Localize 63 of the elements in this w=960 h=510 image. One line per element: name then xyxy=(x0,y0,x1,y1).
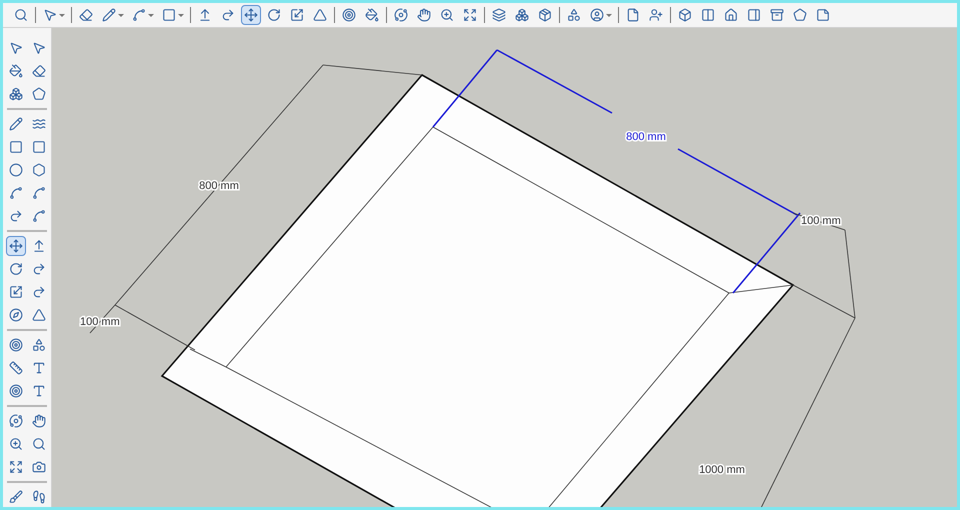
caret-icon xyxy=(59,14,65,16)
user-circle-icon xyxy=(590,8,604,22)
triangle-icon xyxy=(313,8,327,22)
package-icon xyxy=(538,8,552,22)
caret-icon xyxy=(148,14,154,16)
target-icon xyxy=(342,8,356,22)
zoom-extents-icon xyxy=(8,460,22,474)
move-icon xyxy=(244,8,258,22)
user-add-icon xyxy=(649,8,663,22)
rotate-icon xyxy=(8,262,22,276)
polygon-icon xyxy=(32,163,46,177)
search-icon xyxy=(14,8,28,22)
document-icon xyxy=(626,8,640,22)
target-icon xyxy=(8,338,22,352)
cube-icon xyxy=(678,8,692,22)
scale-icon xyxy=(8,285,22,299)
pencil-icon xyxy=(8,117,22,131)
tool-button[interactable] xyxy=(6,236,26,256)
tool-button[interactable] xyxy=(241,5,261,25)
freehand-icon xyxy=(32,117,46,131)
rotate-icon xyxy=(267,8,281,22)
walk-icon xyxy=(32,490,46,504)
components-icon xyxy=(8,87,22,101)
layers-icon xyxy=(492,8,506,22)
arc-icon xyxy=(8,186,22,200)
circle-icon xyxy=(8,163,22,177)
house-icon xyxy=(724,8,738,22)
zoom-icon xyxy=(8,437,22,451)
dimension-label: 1000 mm xyxy=(699,464,745,476)
dimension-label: 100 mm xyxy=(801,215,841,227)
rectangle-icon xyxy=(162,8,176,22)
curved-arrow-icon xyxy=(8,209,22,223)
shapes-icon xyxy=(567,8,581,22)
scale-icon xyxy=(290,8,304,22)
zoom-icon xyxy=(440,8,454,22)
push-pull-icon xyxy=(198,8,212,22)
zoom-extents-icon xyxy=(463,8,477,22)
dimension-label: 800 mm xyxy=(199,180,239,192)
rectangle-icon xyxy=(8,140,22,154)
caret-icon xyxy=(606,14,612,16)
move-icon xyxy=(8,239,22,253)
paint-bucket-icon xyxy=(8,64,22,78)
eraser-icon xyxy=(79,8,93,22)
triangle-icon xyxy=(32,308,46,322)
hand-icon xyxy=(32,414,46,428)
caret-icon xyxy=(178,14,184,16)
boxes-icon xyxy=(515,8,529,22)
text-icon xyxy=(32,361,46,375)
paint-bucket-icon xyxy=(365,8,379,22)
pencil-icon xyxy=(102,8,116,22)
curved-arrow-icon xyxy=(221,8,235,22)
arc-icon xyxy=(132,8,146,22)
dimension-label: 100 mm xyxy=(80,316,120,328)
dimension-label: 800 mm xyxy=(626,131,666,143)
pointer-icon xyxy=(8,41,22,55)
push-pull-icon xyxy=(32,239,46,253)
orbit-icon xyxy=(394,8,408,22)
caret-icon xyxy=(118,14,124,16)
zoom-window-icon xyxy=(32,437,46,451)
pointer-icon xyxy=(43,8,57,22)
eraser-icon xyxy=(32,64,46,78)
orbit-icon xyxy=(8,414,22,428)
hand-icon xyxy=(417,8,431,22)
